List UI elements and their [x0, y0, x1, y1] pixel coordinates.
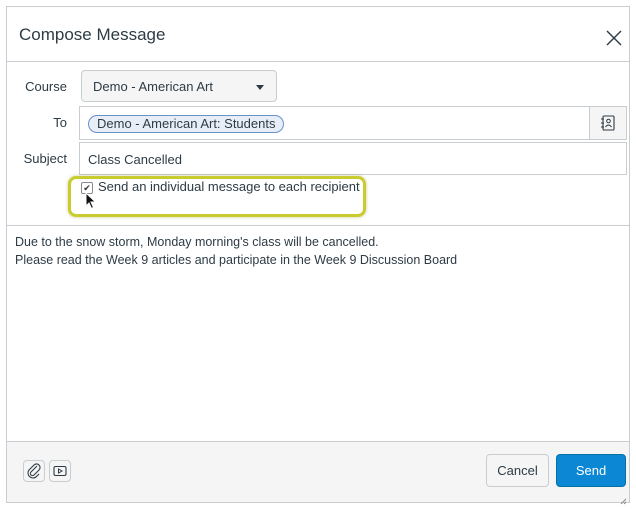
dialog-footer: Cancel Send — [7, 441, 629, 505]
to-label: To — [53, 115, 67, 130]
subject-input[interactable]: Class Cancelled — [79, 142, 627, 175]
compose-message-dialog: Compose Message Course Demo - American A… — [6, 6, 630, 505]
message-line: Due to the snow storm, Monday morning's … — [15, 235, 379, 249]
divider — [7, 225, 629, 226]
message-line: Please read the Week 9 articles and part… — [15, 253, 458, 267]
close-icon[interactable] — [603, 27, 625, 49]
address-book-icon — [601, 115, 615, 131]
media-button[interactable] — [49, 460, 71, 482]
attach-button[interactable] — [23, 460, 45, 482]
course-select[interactable]: Demo - American Art — [81, 70, 277, 102]
subject-label: Subject — [23, 151, 67, 166]
course-label: Course — [25, 79, 67, 94]
cancel-button[interactable]: Cancel — [486, 454, 549, 487]
media-icon — [53, 465, 67, 477]
to-field[interactable]: Demo - American Art: Students — [79, 106, 627, 140]
course-select-value: Demo - American Art — [93, 79, 213, 94]
address-book-button[interactable] — [589, 107, 626, 139]
dialog-header: Compose Message — [7, 7, 629, 62]
dialog-title: Compose Message — [19, 25, 166, 44]
mouse-cursor-icon — [85, 191, 97, 215]
subject-value: Class Cancelled — [88, 152, 182, 167]
resize-handle-icon[interactable] — [619, 492, 627, 505]
paperclip-icon — [27, 463, 41, 479]
recipient-token[interactable]: Demo - American Art: Students — [88, 115, 285, 133]
caret-down-icon — [256, 85, 264, 90]
send-button[interactable]: Send — [556, 454, 626, 487]
individual-message-label[interactable]: Send an individual message to each recip… — [98, 179, 360, 194]
message-body[interactable]: Due to the snow storm, Monday morning's … — [15, 233, 615, 269]
